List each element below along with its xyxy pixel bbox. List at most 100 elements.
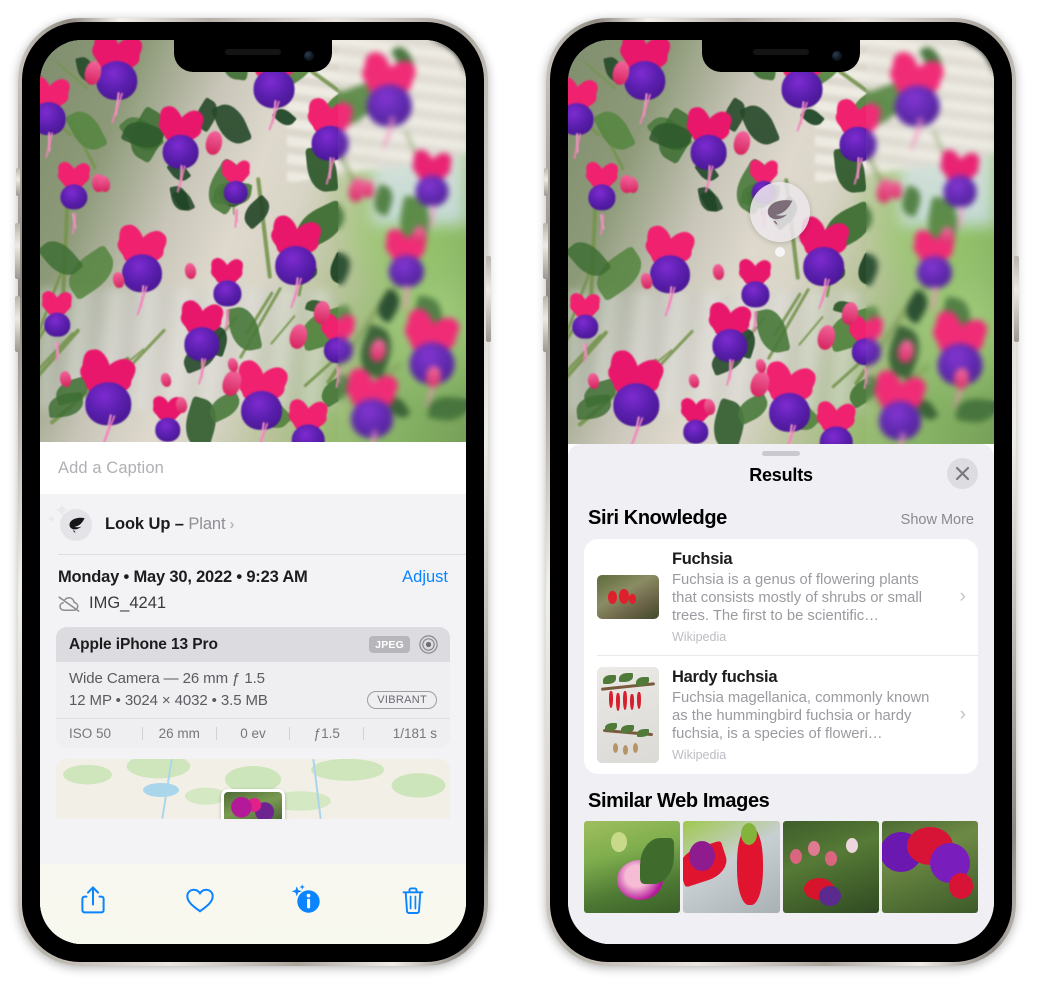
device-name: Apple iPhone 13 Pro	[69, 635, 218, 653]
lens-info: Wide Camera — 26 mm ƒ 1.5	[69, 670, 265, 687]
format-badge: JPEG	[369, 636, 410, 653]
photo-corolla	[213, 280, 242, 307]
volume-up-button[interactable]	[543, 223, 548, 279]
knowledge-description: Fuchsia magellanica, commonly known as t…	[672, 690, 930, 743]
results-header: Results	[568, 456, 994, 497]
power-button[interactable]	[1014, 256, 1019, 342]
results-title: Results	[749, 465, 813, 485]
close-button[interactable]	[947, 458, 978, 489]
map-photo-pin[interactable]	[221, 789, 285, 819]
phone-left: Add a Caption ✦ ✦ Look Up – Plant › Mond…	[15, 18, 491, 966]
siri-knowledge-card: Fuchsia Fuchsia is a genus of flowering …	[584, 539, 978, 775]
results-sheet: Results Siri Knowledge Show More Fuchsia…	[568, 444, 994, 944]
favorite-button[interactable]	[172, 878, 228, 922]
photo-corolla	[568, 102, 594, 136]
photo-viewer[interactable]	[40, 40, 466, 442]
photo-corolla	[572, 314, 598, 339]
caption-input[interactable]: Add a Caption	[40, 442, 466, 494]
similar-web-images-title: Similar Web Images	[588, 790, 770, 813]
photo-corolla	[223, 180, 249, 204]
mute-switch[interactable]	[16, 168, 20, 196]
delete-button[interactable]	[385, 878, 441, 922]
look-up-title: Look Up –	[105, 514, 189, 533]
knowledge-title: Fuchsia	[672, 550, 733, 568]
knowledge-text: Fuchsia Fuchsia is a genus of flowering …	[672, 550, 943, 644]
knowledge-item-fuchsia[interactable]: Fuchsia Fuchsia is a genus of flowering …	[584, 539, 978, 655]
visual-look-up-pointer	[775, 247, 785, 257]
similar-web-image-3[interactable]	[782, 821, 879, 914]
visual-look-up-badge[interactable]	[750, 182, 810, 242]
chevron-right-icon: ›	[959, 586, 966, 608]
look-up-badge: ✦ ✦	[47, 502, 92, 542]
knowledge-source: Wikipedia	[672, 748, 727, 763]
screen-left: Add a Caption ✦ ✦ Look Up – Plant › Mond…	[40, 40, 466, 944]
file-name: IMG_4241	[89, 594, 167, 612]
exif-shutter: 1/181 s	[392, 726, 437, 741]
similar-web-image-4[interactable]	[881, 821, 978, 914]
adjust-button[interactable]: Adjust	[402, 568, 448, 587]
screenshot-root: Add a Caption ✦ ✦ Look Up – Plant › Mond…	[0, 0, 1055, 985]
exif-iso: ISO 50	[69, 726, 112, 741]
chevron-right-icon: ›	[959, 704, 966, 726]
photo-corolla	[712, 328, 748, 363]
leaf-icon	[767, 200, 793, 225]
photo-corolla	[683, 419, 709, 444]
look-up-label: Look Up – Plant ›	[105, 515, 234, 534]
knowledge-description: Fuchsia is a genus of flowering plants t…	[672, 572, 922, 625]
show-more-button[interactable]: Show More	[901, 512, 974, 528]
photo-corolla	[155, 417, 181, 442]
close-icon	[955, 466, 970, 481]
earpiece-speaker	[753, 49, 809, 55]
volume-up-button[interactable]	[15, 223, 20, 279]
knowledge-item-hardy-fuchsia[interactable]: Hardy fuchsia Fuchsia magellanica, commo…	[597, 655, 978, 774]
volume-down-button[interactable]	[543, 296, 548, 352]
look-up-row[interactable]: ✦ ✦ Look Up – Plant ›	[40, 494, 466, 554]
photo-depth-blur	[866, 40, 994, 444]
leaf-icon	[69, 517, 85, 533]
front-camera-icon	[832, 51, 842, 61]
cloud-slash-icon	[58, 595, 80, 612]
photo-corolla	[162, 134, 199, 169]
exif-ev: 0 ev	[240, 726, 266, 741]
photo-corolla	[588, 184, 616, 211]
map-pin-thumbnail	[224, 792, 282, 819]
knowledge-source: Wikipedia	[672, 630, 727, 645]
photo-corolla	[184, 327, 220, 361]
exif-focal: 26 mm	[158, 726, 200, 741]
map-water	[142, 783, 179, 797]
similar-web-images-strip[interactable]	[568, 821, 994, 914]
similar-web-image-1[interactable]	[584, 821, 681, 914]
photo-metadata: Monday • May 30, 2022 • 9:23 AM Adjust I…	[40, 555, 466, 623]
knowledge-thumbnail	[597, 667, 659, 764]
share-button[interactable]	[65, 878, 121, 922]
similar-web-image-2[interactable]	[683, 821, 780, 914]
power-button[interactable]	[486, 256, 491, 342]
look-up-subject: Plant	[188, 514, 226, 533]
resolution-info: 12 MP • 3024 × 4032 • 3.5 MB	[69, 691, 268, 709]
trash-icon	[402, 886, 424, 914]
photographic-style-badge: VIBRANT	[367, 691, 437, 709]
location-map[interactable]	[56, 759, 450, 819]
volume-down-button[interactable]	[15, 296, 20, 352]
aperture-icon	[419, 635, 438, 654]
info-sparkle-icon	[291, 884, 320, 913]
exif-stats-row: ISO 50 26 mm 0 ev ƒ1.5 1/181 s	[56, 718, 450, 748]
siri-knowledge-header: Siri Knowledge Show More	[568, 497, 994, 539]
exif-aperture: ƒ1.5	[313, 726, 340, 741]
exif-card[interactable]: Apple iPhone 13 Pro JPEG Wide Camera — 2…	[56, 627, 450, 748]
knowledge-text: Hardy fuchsia Fuchsia magellanica, commo…	[672, 668, 943, 762]
info-button[interactable]	[278, 878, 334, 922]
notch	[702, 40, 860, 72]
knowledge-thumbnail	[597, 575, 659, 620]
share-icon	[81, 886, 105, 914]
phone-right: Results Siri Knowledge Show More Fuchsia…	[543, 18, 1019, 966]
heart-icon	[186, 888, 214, 913]
siri-knowledge-title: Siri Knowledge	[588, 507, 727, 529]
notch	[174, 40, 332, 72]
photo-corolla	[40, 102, 66, 136]
chevron-right-icon: ›	[229, 515, 235, 533]
photo-corolla	[60, 184, 88, 210]
mute-switch[interactable]	[544, 168, 548, 196]
photo-viewer[interactable]	[568, 40, 994, 444]
photo-corolla	[741, 281, 770, 308]
